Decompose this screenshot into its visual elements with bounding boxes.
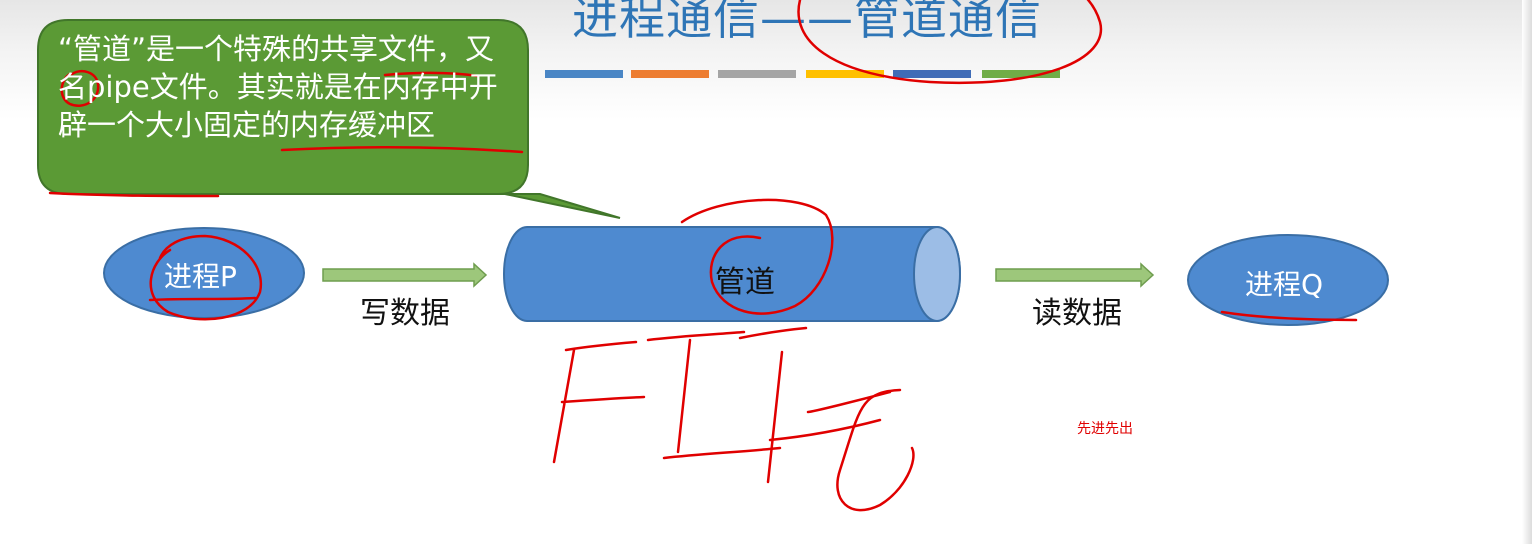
callout-text: “管道”是一个特殊的共享文件，又名pipe文件。其实就是在内存中开辟一个大小固定… (58, 32, 498, 142)
process-p-label: 进程P (164, 260, 237, 293)
write-data-label: 写数据 (360, 296, 450, 331)
read-data-label: 读数据 (1032, 296, 1122, 331)
fifo-letter-o (806, 388, 915, 512)
fifo-letter-i2 (738, 326, 882, 484)
fifo-letter-f (552, 340, 646, 464)
pipe-label: 管道 (715, 265, 775, 300)
title-circle-mark (797, 0, 1103, 85)
read-arrow (995, 262, 1155, 288)
pipe-cylinder-end (913, 226, 961, 322)
fifo-note: 先进先出 (1077, 421, 1133, 437)
process-p-underline (148, 296, 257, 302)
write-arrow (322, 262, 488, 288)
fifo-letter-i (646, 330, 782, 460)
process-q-label: 进程Q (1245, 268, 1324, 301)
